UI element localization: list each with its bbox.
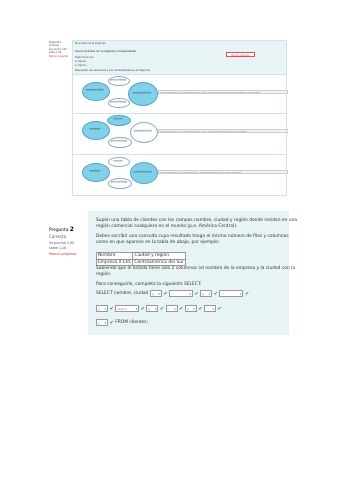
relationship-label: produce/dirige bbox=[110, 100, 126, 104]
q2-text-1: región comercial cualquiera en el mundo … bbox=[96, 224, 238, 229]
select-row-1: SELECT nombre, ciudad || ▾ ✔ ' ' ▾ ✔ || ▾ ✔… bbox=[96, 290, 249, 297]
dropdown-select[interactable]: ' ' ▾ bbox=[169, 290, 194, 297]
relationship-label: produce bbox=[113, 117, 123, 121]
q1-flag-button[interactable]: Marcar pregunta bbox=[226, 52, 255, 57]
answer-select[interactable]: Cada empleado es en el departamento que … bbox=[158, 90, 288, 94]
entity-ellipse bbox=[82, 82, 110, 101]
chevron-down-icon: ▾ bbox=[104, 307, 106, 311]
q1-flag-link[interactable]: Marcar pregunta bbox=[49, 55, 71, 58]
q2-score: Se puntúa 1,00 sobre 1,00 bbox=[49, 241, 75, 250]
table-row: Empresa X Ltd. Centroamérica del Sur bbox=[95, 258, 186, 266]
dropdown-select[interactable]: || ▾ bbox=[96, 305, 108, 312]
check-icon: ✔ bbox=[109, 305, 114, 312]
entity-label: empleado/editor bbox=[85, 88, 105, 92]
q1-line-3: Respuesta: Las relaciones y sus cardinal… bbox=[75, 69, 150, 72]
dropdown-select[interactable]: || ▾ bbox=[146, 305, 159, 312]
question-2-info: Pregunta 2 Correcta Se puntúa 1,00 sobre… bbox=[49, 226, 83, 270]
example-table: Nombre Ciudad y región Empresa X Ltd. Ce… bbox=[95, 252, 186, 266]
entity-label: empleado/hecho bbox=[133, 170, 153, 174]
question-2-panel bbox=[88, 211, 289, 335]
q1-header: Enunciado de la pregunta bbox=[75, 42, 106, 45]
check-icon: ✔ bbox=[109, 319, 114, 326]
check-icon: ✔ bbox=[140, 305, 145, 312]
entity-label: empleado/hecho bbox=[133, 129, 153, 133]
relationship-label: produce bbox=[113, 159, 123, 163]
from-clause: FROM clientes; bbox=[115, 320, 148, 325]
q2-after-0: Sabiendo que el listado tiene solo 2 col… bbox=[96, 266, 296, 271]
q2-flag-link[interactable]: Marcar pregunta bbox=[49, 252, 83, 256]
q1-line-0: Selecciona una: bbox=[75, 56, 94, 59]
q2-instruction: Para conseguirlo, completa la siguiente … bbox=[96, 282, 202, 287]
relationship-label: produce/dirige bbox=[110, 78, 126, 82]
q2-text-2: Debes escribir una consulta cuyo resulta… bbox=[96, 234, 289, 239]
check-icon: ✔ bbox=[159, 305, 165, 312]
chevron-down-icon: ▾ bbox=[212, 307, 215, 311]
chevron-down-icon: ▾ bbox=[193, 307, 195, 311]
table-cell: Empresa X Ltd. bbox=[95, 258, 134, 266]
chevron-down-icon: ▾ bbox=[208, 292, 211, 296]
question-1-info: Pregunta 1 Correcta Se puntúa 1.00 sobre… bbox=[49, 41, 71, 77]
answer-select[interactable]: Cada empleado es en el departamento, y c… bbox=[158, 170, 288, 174]
dropdown-select[interactable]: || ▾ bbox=[149, 290, 162, 297]
chevron-down-icon: ▾ bbox=[189, 292, 192, 296]
check-icon: ✔ bbox=[217, 305, 222, 312]
q2-number: Pregunta 2 bbox=[49, 226, 74, 233]
check-icon: ✔ bbox=[213, 290, 218, 297]
select-keyword: SELECT nombre, ciudad bbox=[96, 291, 149, 296]
check-icon: ✔ bbox=[244, 290, 250, 297]
select-row-3: || ▾ ✔ FROM clientes; bbox=[96, 319, 148, 326]
entity-label: empleado/hecho bbox=[132, 91, 152, 95]
table-cell: Centroamérica del Sur bbox=[132, 258, 186, 266]
check-icon: ✔ bbox=[194, 290, 199, 297]
check-icon: ✔ bbox=[163, 290, 168, 297]
dropdown-select[interactable]: || ▾ bbox=[200, 290, 213, 297]
check-icon: ✔ bbox=[179, 305, 184, 312]
select-row-2: || ▾ ✔ region ▾ ✔ || ▾ ✔ ' ' ▾ ✔ || ▾ ✔ ' ' ▾ … bbox=[96, 305, 222, 312]
dropdown-select[interactable]: ' ' ▾ bbox=[219, 290, 244, 297]
answer-select[interactable]: Cada empleado es en el departamento que … bbox=[158, 129, 288, 133]
chevron-down-icon: ▾ bbox=[174, 307, 176, 311]
dropdown-select[interactable]: || ▾ bbox=[96, 319, 108, 326]
entity-label: empleado bbox=[89, 169, 101, 173]
q1-line-2: b. Opción bbox=[75, 64, 87, 67]
dropdown-select[interactable]: region ▾ bbox=[115, 305, 140, 312]
relationship-label: produce/dirige bbox=[111, 180, 127, 184]
q2-status: Correcta bbox=[49, 234, 67, 240]
entity-ellipse bbox=[130, 122, 158, 143]
chevron-down-icon: ▾ bbox=[104, 321, 106, 325]
dropdown-select[interactable]: ' ' ▾ bbox=[165, 305, 178, 312]
q1-line-1: a. Opción bbox=[75, 60, 87, 63]
q1-prompt: Asocia las frases con su diagrama corres… bbox=[75, 50, 137, 53]
chevron-down-icon: ▾ bbox=[154, 307, 157, 311]
check-icon: ✔ bbox=[198, 305, 203, 312]
entity-ellipse bbox=[82, 163, 110, 182]
q2-after-1: región. bbox=[96, 272, 112, 277]
q2-text-0: Supón una tabla de clientes con los camp… bbox=[96, 218, 298, 223]
entity-ellipse bbox=[82, 121, 110, 140]
dropdown-select[interactable]: ' ' ▾ bbox=[204, 305, 217, 312]
q2-text-3: como en que aparece en la tabla de abajo… bbox=[96, 240, 220, 245]
relationship-label: produce/dirige bbox=[111, 139, 127, 143]
dropdown-select[interactable]: || ▾ bbox=[184, 305, 197, 312]
entity-label: empleado bbox=[89, 127, 101, 131]
chevron-down-icon: ▾ bbox=[239, 292, 242, 296]
chevron-down-icon: ▾ bbox=[135, 307, 138, 311]
chevron-down-icon: ▾ bbox=[158, 292, 160, 296]
